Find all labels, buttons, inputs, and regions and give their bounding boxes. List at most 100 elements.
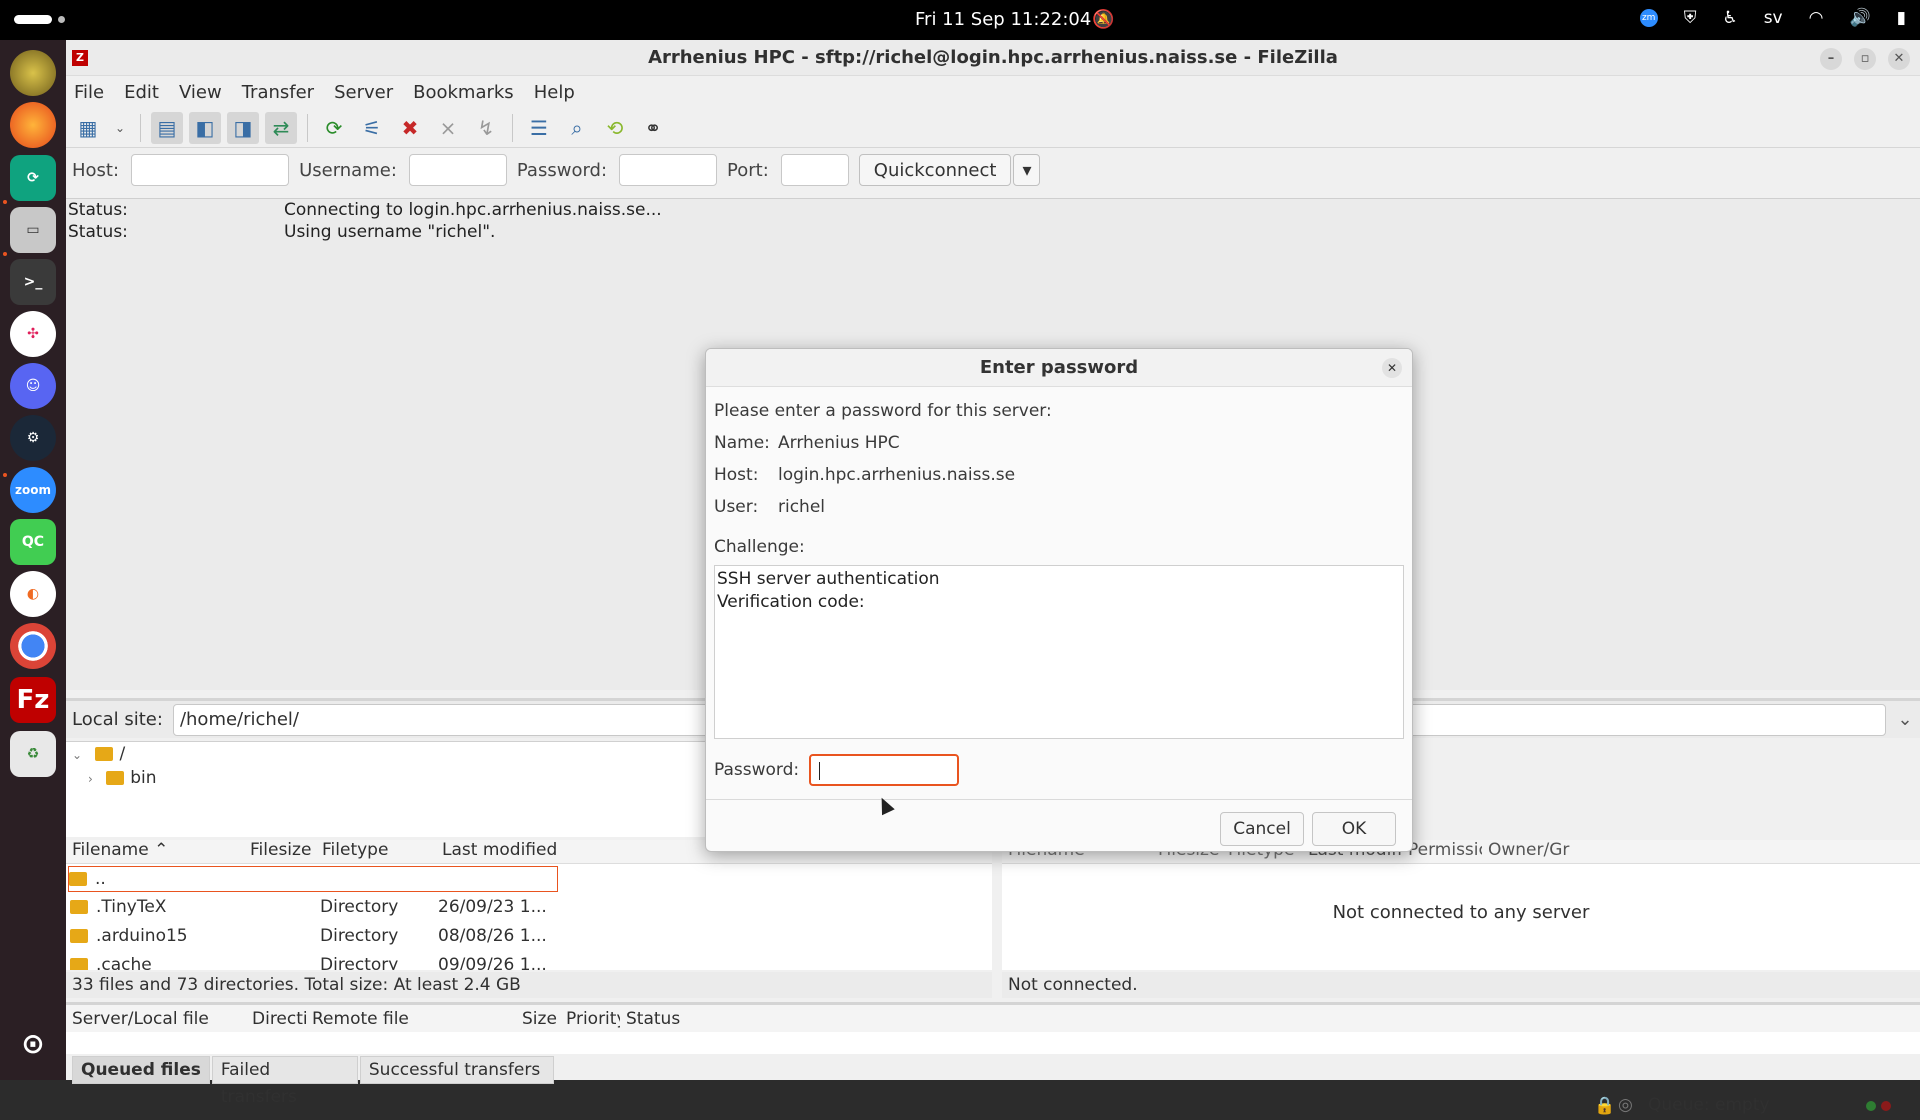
file-row[interactable]: .TinyTeX Directory 26/09/23 1... [66,892,992,921]
steam-icon[interactable]: ⚙ [10,415,56,461]
system-tray[interactable]: zm ⛨ ♿ sv ◠ 🔊 ▮ [1639,8,1906,28]
keyboard-layout[interactable]: sv [1764,8,1783,28]
queue-column-remote-file[interactable]: Remote file [306,1009,516,1029]
cancel-button[interactable]: Cancel [1220,812,1304,846]
speed-limit-icon[interactable]: ◎ [1618,1095,1633,1115]
dialog-user-row: User: richel [714,497,826,517]
zoom-icon[interactable]: zoom [10,467,56,513]
menu-file[interactable]: File [74,82,104,103]
wifi-icon[interactable]: ◠ [1809,8,1824,28]
close-icon[interactable]: ✕ [1888,48,1910,70]
minimize-icon[interactable]: – [1820,48,1842,70]
username-input[interactable] [408,154,507,186]
quickconnect-dropdown-button[interactable]: ▾ [1013,154,1041,186]
bell-off-icon: 🔕 [1092,9,1115,30]
host-input[interactable] [131,154,290,186]
discord-icon[interactable]: ☺ [10,363,56,409]
battery-icon[interactable]: ▮ [1897,8,1906,28]
dialog-close-icon[interactable]: ✕ [1382,358,1402,378]
clock[interactable]: Fri 11 Sep 11:22:04 [915,9,1091,30]
app-icon-orange[interactable]: ◐ [10,571,56,617]
lock-icon: 🔒 [1594,1096,1616,1116]
toggle-comparison-icon[interactable]: ⌕ [561,112,593,144]
column-filesize[interactable]: Filesize [244,840,316,863]
zoom-tray-icon[interactable]: zm [1639,9,1658,27]
column-filename[interactable]: Filename ⌃ [66,840,244,863]
dialog-password-input[interactable] [809,754,960,786]
reconnect-icon[interactable]: ↯ [470,112,502,144]
file-row[interactable]: .cache Directory 09/09/26 1... [66,950,992,970]
show-apps-icon[interactable]: ⊙ [10,1020,56,1066]
qtcreator-icon[interactable]: QC [10,519,56,565]
cancel-operation-icon[interactable]: ✖ [394,112,426,144]
shield-icon[interactable]: ⛨ [1684,8,1697,28]
menu-help[interactable]: Help [534,82,575,103]
chrome-icon[interactable] [10,623,56,669]
port-label: Port: [727,159,769,181]
process-queue-icon[interactable]: ⚟ [356,112,388,144]
local-file-list[interactable]: .. .TinyTeX Directory 26/09/23 1... .ard… [66,864,992,970]
dialog-name-row: Name: Arrhenius HPC [714,433,900,453]
site-manager-icon[interactable]: ▦ [72,112,104,144]
queue-column-size[interactable]: Size [516,1009,560,1029]
local-status: 33 files and 73 directories. Total size:… [66,972,992,998]
directory-filter-icon[interactable]: ☰ [523,112,555,144]
queue-column-status[interactable]: Status [620,1009,700,1029]
enter-password-dialog: Enter password ✕ Please enter a password… [705,348,1413,852]
accessibility-icon[interactable]: ♿ [1722,8,1737,28]
toggle-remote-tree-icon[interactable]: ◨ [227,111,259,144]
slack-icon[interactable]: ✣ [10,311,56,357]
remote-file-list[interactable]: Not connected to any server [1002,864,1920,970]
filezilla-icon[interactable]: Fz [10,677,56,723]
password-label: Password: [516,159,608,181]
toggle-local-tree-icon[interactable]: ◧ [189,111,221,144]
volume-icon[interactable]: 🔊 [1849,8,1870,28]
dialog-titlebar[interactable]: Enter password ✕ [706,349,1412,387]
site-manager-dropdown-icon[interactable]: ⌄ [110,112,130,144]
queue-status: Queue: empty [1648,1095,1770,1115]
file-row-parent[interactable]: .. [68,866,558,892]
queue-column-local-file[interactable]: Server/Local file [66,1009,246,1029]
app-icon-1[interactable] [10,50,56,96]
menu-edit[interactable]: Edit [124,82,159,103]
maximize-icon[interactable]: ▫ [1854,48,1876,70]
dialog-host-row: Host: login.hpc.arrhenius.naiss.se [714,465,1016,485]
menu-bookmarks[interactable]: Bookmarks [413,82,514,103]
app-icon-green[interactable]: ⟳ [10,155,56,201]
firefox-icon[interactable] [10,102,56,148]
file-row[interactable]: .arduino15 Directory 08/08/26 1... [66,921,992,950]
quickconnect-button[interactable]: Quickconnect [858,154,1012,186]
remote-column-owner[interactable]: Owner/Gr [1482,840,1572,863]
menu-view[interactable]: View [179,82,222,103]
password-input[interactable] [619,154,718,186]
column-last-modified[interactable]: Last modified [436,840,576,863]
synchronized-browsing-icon[interactable]: ⟲ [599,112,631,144]
challenge-text-box[interactable]: SSH server authentication Verification c… [714,565,1404,739]
disconnect-icon[interactable]: ⨯ [432,112,464,144]
column-filetype[interactable]: Filetype [316,840,436,863]
toggle-transfer-queue-icon[interactable]: ⇄ [265,111,297,144]
menu-server[interactable]: Server [334,82,393,103]
queue-column-direction[interactable]: Directi [246,1009,306,1029]
remote-column-permissions[interactable]: Permissic [1402,840,1482,863]
search-remote-icon[interactable]: ⚭ [637,112,669,144]
folder-icon [106,771,125,785]
queue-column-priority[interactable]: Priority [560,1009,620,1029]
menu-transfer[interactable]: Transfer [242,82,314,103]
remote-not-connected-message: Not connected to any server [1332,902,1590,923]
queue-list[interactable] [66,1032,1920,1054]
dialog-title: Enter password [979,357,1139,378]
status-bar: 🔒 ◎ Queue: empty [66,1090,1920,1120]
window-titlebar[interactable]: Z Arrhenius HPC - sftp://richel@login.hp… [66,40,1920,76]
remote-site-dropdown-icon[interactable]: ⌄ [1890,709,1920,730]
files-icon[interactable]: ▭ [10,207,56,253]
toggle-message-log-icon[interactable]: ▤ [151,111,183,144]
port-input[interactable] [780,154,849,186]
expander-icon[interactable]: ⌄ [72,748,82,762]
trash-icon[interactable]: ♻ [10,731,56,777]
activities-indicator[interactable] [14,15,52,24]
terminal-icon[interactable]: >_ [10,259,56,305]
expander-icon[interactable]: › [88,772,93,786]
refresh-icon[interactable]: ⟳ [318,112,350,144]
ok-button[interactable]: OK [1312,812,1396,846]
